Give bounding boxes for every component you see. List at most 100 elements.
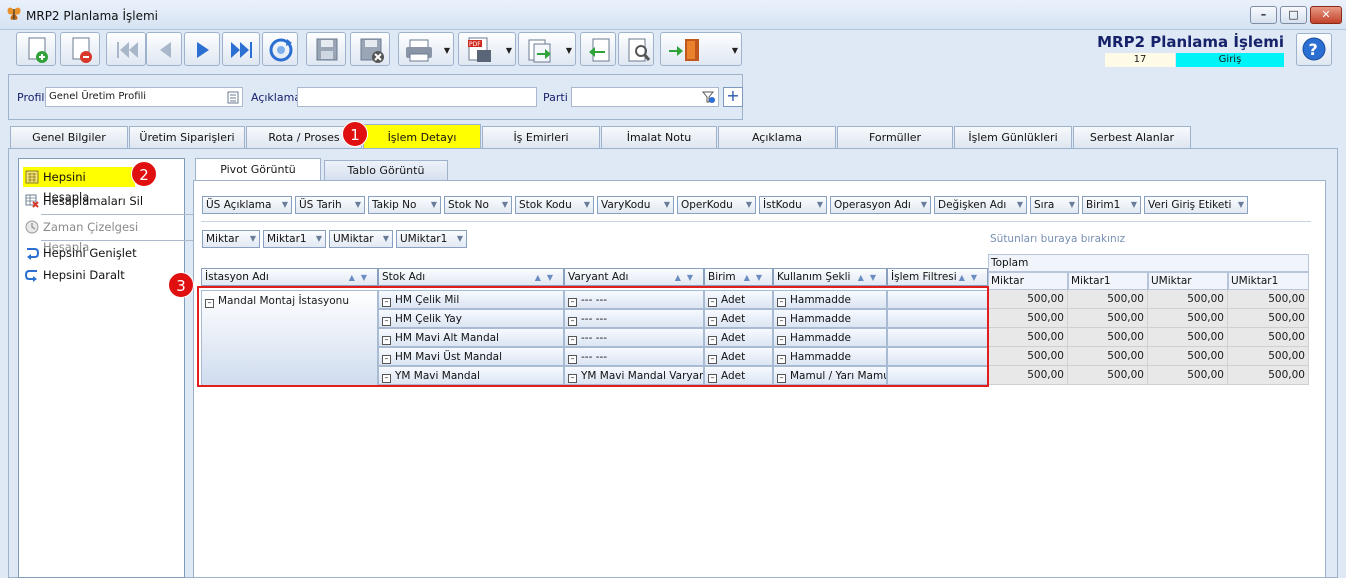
print-button[interactable]: ▼ (398, 32, 454, 66)
save-button[interactable] (306, 32, 346, 66)
pivot-data-field[interactable]: UMiktar1 ▼ (396, 230, 467, 248)
tab-pivot-view[interactable]: Pivot Görüntü (195, 158, 321, 180)
row-header-stock[interactable]: Stok Adı ▲▼ (378, 268, 564, 286)
import-button[interactable] (580, 32, 616, 66)
pivot-filter-field[interactable]: Takip No ▼ (368, 196, 441, 214)
chevron-down-icon: ▼ (920, 200, 927, 209)
chevron-down-icon: ▼ (583, 200, 590, 209)
annotation-badge: 1 (342, 121, 368, 147)
sort-icon: ▲▼ (857, 273, 882, 282)
pdf-export-button[interactable]: PDF ▼ (458, 32, 516, 66)
chevron-down-icon: ▼ (382, 234, 389, 243)
pivot-data-field[interactable]: UMiktar ▼ (329, 230, 393, 248)
description-label: Açıklama (251, 91, 302, 104)
value-cell: 500,00 (988, 290, 1068, 309)
settings-icon (628, 38, 651, 62)
column-header-total: Toplam (988, 254, 1309, 272)
pivot-filter-field[interactable]: Veri Giriş Etiketi ▼ (1144, 196, 1248, 214)
add-lot-button[interactable]: + (723, 87, 743, 107)
sort-icon: ▲▼ (534, 273, 559, 282)
tab-general-info[interactable]: Genel Bilgiler (10, 126, 128, 148)
tab-process-logs[interactable]: İşlem Günlükleri (954, 126, 1072, 148)
column-header-uquantity1: UMiktar1 (1228, 272, 1309, 290)
import-icon (589, 38, 610, 62)
pivot-filter-field[interactable]: ÜS Açıklama ▼ (202, 196, 292, 214)
tab-process-detail[interactable]: İşlem Detayı (363, 124, 481, 148)
tab-table-view[interactable]: Tablo Görüntü (324, 160, 448, 180)
help-icon: ? (1302, 37, 1326, 61)
refresh-button[interactable] (262, 32, 298, 66)
row-header-unit[interactable]: Birim ▲▼ (704, 268, 773, 286)
tab-formulas[interactable]: Formüller (837, 126, 953, 148)
save-icon (316, 38, 338, 61)
pivot-filter-field[interactable]: Sıra ▼ (1030, 196, 1079, 214)
cancel-save-icon (360, 38, 384, 63)
pivot-filter-field[interactable]: İstKodu ▼ (759, 196, 827, 214)
export-button[interactable]: ▼ (518, 32, 576, 66)
menu-separator (41, 214, 193, 215)
row-header-process-filter[interactable]: İşlem Filtresi ▲▼ (887, 268, 988, 286)
chevron-down-icon: ▼ (315, 234, 322, 243)
minimize-icon: – (1260, 8, 1267, 21)
svg-text:PDF: PDF (469, 41, 481, 48)
minimize-button[interactable]: – (1250, 6, 1277, 24)
profile-label: Profil (17, 91, 45, 104)
close-button[interactable]: ✕ (1310, 6, 1342, 24)
pivot-filter-field[interactable]: Stok No ▼ (444, 196, 512, 214)
pivot-data-field[interactable]: Miktar ▼ (202, 230, 260, 248)
delete-button[interactable] (60, 32, 100, 66)
value-cell: 500,00 (1148, 328, 1228, 347)
value-cell: 500,00 (1148, 309, 1228, 328)
pivot-filter-field[interactable]: Birim1 ▼ (1082, 196, 1141, 214)
pivot-data-field[interactable]: Miktar1 ▼ (263, 230, 326, 248)
tab-work-orders[interactable]: İş Emirleri (482, 126, 600, 148)
value-cell: 500,00 (1228, 290, 1309, 309)
schedule-calculate-button[interactable]: Zaman Çizelgesi Hesapla (23, 217, 181, 254)
column-header-uquantity: UMiktar (1148, 272, 1228, 290)
annotation-frame (197, 286, 989, 387)
cancel-save-button[interactable] (350, 32, 390, 66)
value-cell: 500,00 (1228, 347, 1309, 366)
pivot-filter-field[interactable]: ÜS Tarih ▼ (295, 196, 365, 214)
previous-record-button[interactable] (146, 32, 182, 66)
menu-separator (41, 240, 193, 241)
help-button[interactable]: ? (1296, 33, 1332, 66)
action-menu: Hepsini Hesapla Hesaplamaları Sil Zaman … (18, 158, 193, 578)
plus-icon: + (726, 86, 740, 105)
calculate-all-button[interactable]: Hepsini Hesapla (23, 167, 135, 204)
value-cell: 500,00 (1068, 366, 1148, 385)
next-record-button[interactable] (184, 32, 220, 66)
collapse-all-label: Hepsini Daralt (43, 268, 125, 282)
tab-manufacturing-note[interactable]: İmalat Notu (601, 126, 717, 148)
collapse-all-button[interactable]: Hepsini Daralt (23, 265, 181, 285)
pivot-filter-field[interactable]: Stok Kodu ▼ (515, 196, 594, 214)
chevron-down-icon: ▼ (745, 200, 752, 209)
column-header-quantity1: Miktar1 (1068, 272, 1148, 290)
settings-button[interactable] (618, 32, 654, 66)
last-record-button[interactable] (222, 32, 260, 66)
delete-calculations-button[interactable]: Hesaplamaları Sil (23, 191, 181, 211)
expand-all-button[interactable]: Hepsini Genişlet (23, 243, 181, 263)
pivot-filter-field[interactable]: OperKodu ▼ (677, 196, 756, 214)
tab-production-orders[interactable]: Üretim Siparişleri (129, 126, 245, 148)
previous-record-icon (160, 42, 171, 58)
maximize-button[interactable]: □ (1280, 6, 1307, 24)
form-title: MRP2 Planlama İşlemi (1097, 33, 1284, 51)
pivot-filter-field[interactable]: Operasyon Adı ▼ (830, 196, 931, 214)
exit-button[interactable]: ▼ (660, 32, 742, 66)
value-cell: 500,00 (1148, 347, 1228, 366)
first-record-button[interactable] (106, 32, 146, 66)
description-field[interactable] (297, 87, 537, 107)
print-icon (406, 39, 432, 62)
profile-field[interactable]: Genel Üretim Profili (45, 87, 243, 107)
svg-text:?: ? (1309, 40, 1318, 59)
row-header-variant[interactable]: Varyant Adı ▲▼ (564, 268, 704, 286)
tab-free-fields[interactable]: Serbest Alanlar (1073, 126, 1191, 148)
new-button[interactable] (16, 32, 56, 66)
lot-field[interactable] (571, 87, 719, 107)
tab-description[interactable]: Açıklama (718, 126, 836, 148)
pivot-filter-field[interactable]: Değişken Adı ▼ (934, 196, 1027, 214)
pivot-filter-field[interactable]: VaryKodu ▼ (597, 196, 674, 214)
row-header-station[interactable]: İstasyon Adı ▲▼ (201, 268, 378, 286)
row-header-usage[interactable]: Kullanım Şekli ▲▼ (773, 268, 887, 286)
